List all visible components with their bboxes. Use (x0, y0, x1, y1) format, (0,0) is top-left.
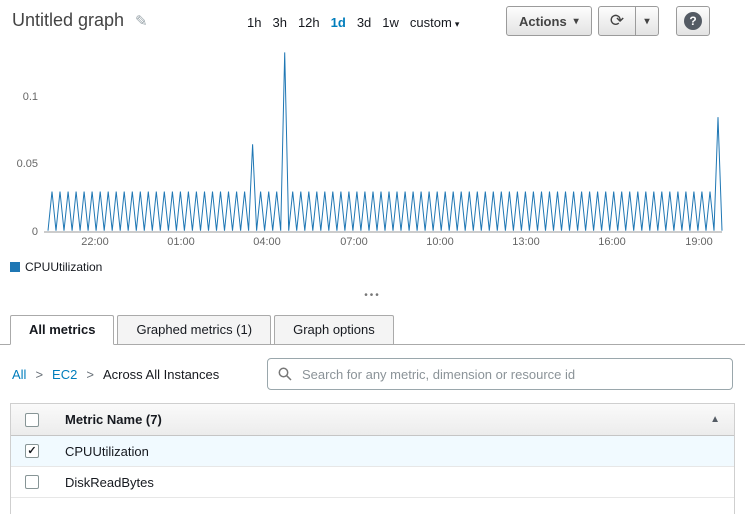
x-axis-tick: 10:00 (418, 236, 462, 248)
legend-swatch (10, 262, 20, 272)
refresh-options-button[interactable]: ▾ (635, 6, 659, 36)
time-range-1w[interactable]: 1w (382, 15, 399, 30)
help-button[interactable]: ? (676, 6, 710, 36)
x-axis-tick: 19:00 (677, 236, 721, 248)
breadcrumb-separator: > (35, 367, 43, 382)
refresh-split-button: ⟳ ▾ (598, 6, 659, 36)
metrics-panel: All > EC2 > Across All Instances Metric … (0, 345, 745, 514)
time-range-12h[interactable]: 12h (298, 15, 320, 30)
panel-splitter[interactable]: ••• (0, 279, 745, 312)
table-row-partial[interactable] (11, 498, 734, 514)
graph-title: Untitled graph (12, 10, 124, 31)
chevron-down-icon: ▾ (574, 16, 579, 27)
cloudwatch-metrics-page: Untitled graph ✎ 1h 3h 12h 1d 3d 1w cust… (0, 0, 745, 514)
table-header-row: Metric Name (7) ▲ (11, 404, 734, 436)
search-icon (278, 367, 292, 381)
x-axis-tick: 07:00 (332, 236, 376, 248)
y-axis-tick: 0.05 (0, 157, 38, 171)
x-axis-tick: 13:00 (504, 236, 548, 248)
breadcrumb: All > EC2 > Across All Instances (0, 345, 745, 403)
tab-bar: All metrics Graphed metrics (1) Graph op… (0, 312, 745, 345)
x-axis-tick: 04:00 (245, 236, 289, 248)
legend-label: CPUUtilization (25, 260, 102, 274)
refresh-button[interactable]: ⟳ (598, 6, 636, 36)
actions-button[interactable]: Actions ▾ (506, 6, 592, 36)
metrics-table: Metric Name (7) ▲ ✓ CPUUtilization DiskR… (10, 403, 735, 514)
row-checkbox-unchecked[interactable] (25, 475, 39, 489)
time-range-3d[interactable]: 3d (357, 15, 371, 30)
select-all-checkbox[interactable] (25, 413, 39, 427)
sort-asc-icon[interactable]: ▲ (710, 414, 720, 425)
breadcrumb-ec2[interactable]: EC2 (52, 367, 77, 382)
table-row-diskreadbytes[interactable]: DiskReadBytes (11, 467, 734, 498)
refresh-icon: ⟳ (610, 11, 624, 31)
graph-header: Untitled graph ✎ 1h 3h 12h 1d 3d 1w cust… (0, 0, 745, 44)
y-axis-tick: 0.1 (0, 90, 38, 104)
line-chart-canvas[interactable] (0, 44, 745, 244)
row-checkbox-checked[interactable]: ✓ (25, 444, 39, 458)
edit-title-icon[interactable]: ✎ (135, 12, 148, 30)
search-input[interactable] (300, 366, 722, 383)
time-range-1h[interactable]: 1h (247, 15, 261, 30)
y-axis-tick: 0 (0, 225, 38, 239)
drag-grip-icon: ••• (364, 291, 381, 301)
x-axis-tick: 16:00 (590, 236, 634, 248)
chevron-down-icon: ▾ (455, 19, 460, 29)
help-icon: ? (684, 12, 702, 30)
time-range-1d[interactable]: 1d (331, 15, 346, 30)
metric-name-cell: CPUUtilization (65, 444, 149, 459)
actions-label: Actions (519, 14, 567, 29)
tab-graphed-metrics[interactable]: Graphed metrics (1) (117, 315, 271, 345)
check-icon: ✓ (27, 446, 36, 457)
breadcrumb-separator: > (86, 367, 94, 382)
table-row-cpuutilization[interactable]: ✓ CPUUtilization (11, 436, 734, 467)
tab-graph-options[interactable]: Graph options (274, 315, 394, 345)
custom-label: custom (410, 15, 452, 30)
search-box (267, 358, 733, 390)
tab-all-metrics[interactable]: All metrics (10, 315, 114, 345)
chart-legend-item[interactable]: CPUUtilization (10, 260, 102, 274)
x-axis-tick: 22:00 (73, 236, 117, 248)
time-range-3h[interactable]: 3h (272, 15, 286, 30)
chevron-down-icon: ▾ (644, 16, 649, 27)
metric-name-header[interactable]: Metric Name (7) (65, 412, 162, 427)
breadcrumb-all[interactable]: All (12, 367, 26, 382)
metric-chart: 0.1 0.05 0 22:00 01:00 04:00 07:00 10:00… (0, 44, 745, 279)
x-axis-tick: 01:00 (159, 236, 203, 248)
metric-name-cell: DiskReadBytes (65, 475, 154, 490)
time-range-custom[interactable]: custom▾ (410, 15, 459, 30)
time-range-selector: 1h 3h 12h 1d 3d 1w custom▾ (247, 15, 459, 30)
breadcrumb-across-all-instances: Across All Instances (103, 367, 219, 382)
